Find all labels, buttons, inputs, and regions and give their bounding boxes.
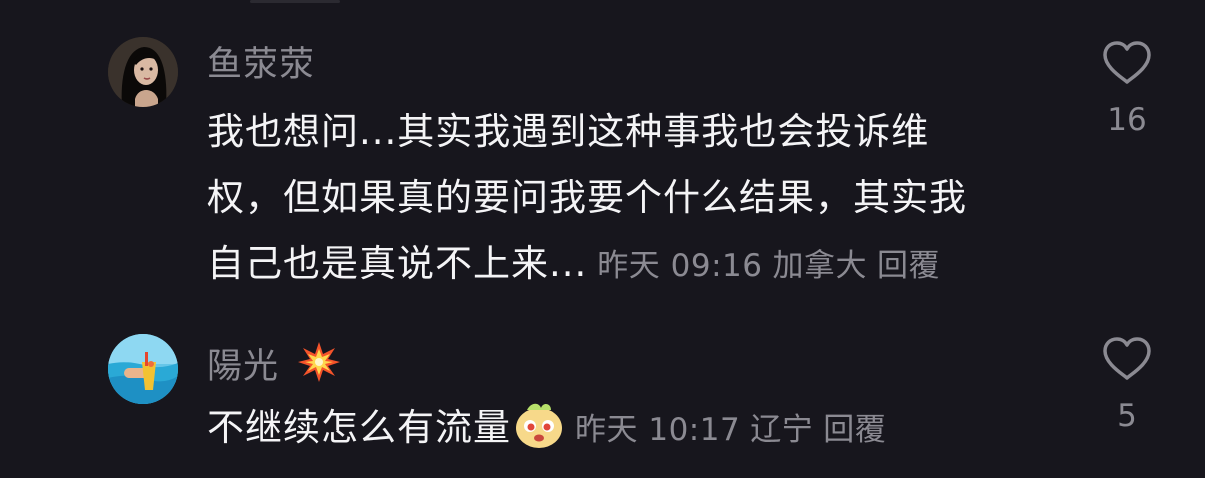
comment-meta: 昨天 09:16 加拿大 回覆 bbox=[597, 248, 950, 284]
reply-button[interactable]: 回覆 bbox=[877, 248, 940, 284]
user-avatar[interactable] bbox=[108, 334, 178, 404]
heart-outline-icon[interactable] bbox=[1101, 40, 1153, 86]
comment-text: 我也想问...其实我遇到这种事我也会投诉维 权，但如果真的要问我要个什么结果，其… bbox=[207, 99, 1057, 299]
heart-outline-icon[interactable] bbox=[1101, 336, 1153, 382]
like-control[interactable]: 5 bbox=[1095, 336, 1159, 436]
beach-drink-avatar-icon bbox=[108, 334, 178, 404]
like-count: 16 bbox=[1107, 102, 1147, 138]
comment-text-content: 不继续怎么有流量 bbox=[207, 406, 511, 449]
comment-last-line: 自己也是真说不上来... 昨天 09:16 加拿大 回覆 bbox=[207, 231, 1057, 299]
woman-portrait-avatar-icon bbox=[108, 37, 178, 107]
comment-item: 陽光 不继续怎么有流量 昨天 10:17 辽宁 回覆 5 bbox=[0, 320, 1205, 478]
comment-time: 昨天 10:17 bbox=[575, 412, 741, 448]
username-text: 陽光 bbox=[207, 347, 280, 387]
cute-sticker-emoji-icon bbox=[513, 400, 565, 471]
user-avatar[interactable] bbox=[108, 37, 178, 107]
explosion-emoji-icon bbox=[297, 340, 341, 395]
comment-item: 鱼荥荥 我也想问...其实我遇到这种事我也会投诉维 权，但如果真的要问我要个什么… bbox=[0, 0, 1205, 310]
username[interactable]: 陽光 bbox=[207, 340, 341, 395]
reply-button[interactable]: 回覆 bbox=[823, 412, 886, 448]
comment-text: 不继续怎么有流量 昨天 10:17 辽宁 回覆 bbox=[207, 395, 1057, 471]
comment-text-line: 我也想问...其实我遇到这种事我也会投诉维 bbox=[207, 110, 930, 153]
comment-time: 昨天 09:16 bbox=[597, 248, 763, 284]
comment-location: 辽宁 bbox=[750, 412, 814, 448]
comment-location: 加拿大 bbox=[772, 248, 867, 284]
comment-meta: 昨天 10:17 辽宁 回覆 bbox=[575, 412, 896, 448]
like-count: 5 bbox=[1117, 398, 1137, 434]
username[interactable]: 鱼荥荥 bbox=[207, 43, 315, 87]
comment-text-line: 权，但如果真的要问我要个什么结果，其实我 bbox=[207, 176, 967, 219]
comment-text-line: 自己也是真说不上来... bbox=[207, 242, 588, 285]
like-control[interactable]: 16 bbox=[1095, 40, 1159, 140]
